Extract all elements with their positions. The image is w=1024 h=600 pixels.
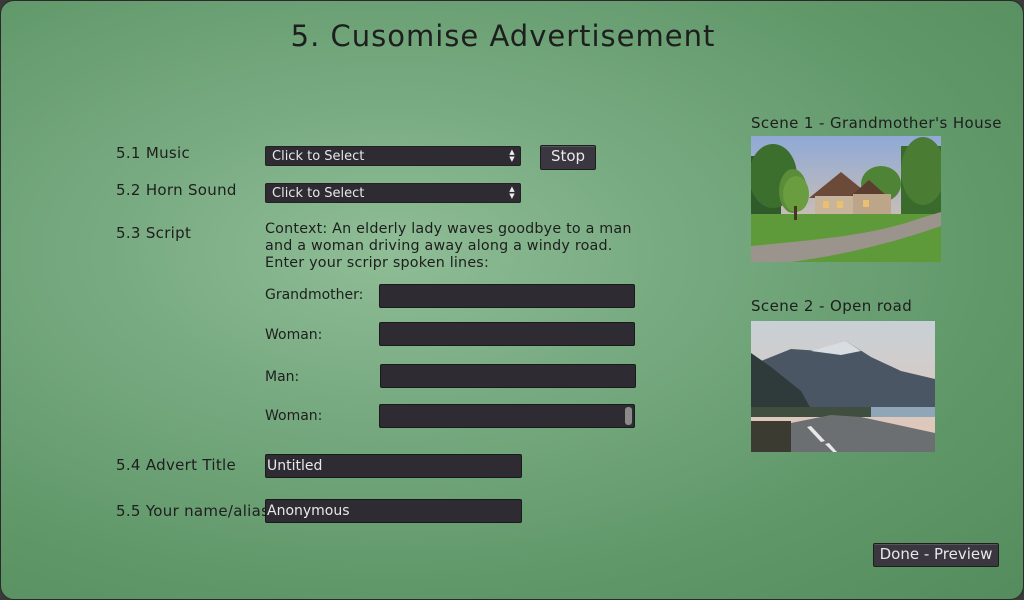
scrollbar-thumb[interactable]: [625, 407, 632, 425]
man-line-input[interactable]: [380, 364, 636, 388]
name-alias-input[interactable]: [265, 499, 522, 523]
stop-button[interactable]: Stop: [540, 145, 596, 170]
line-speaker-2: Woman:: [265, 327, 323, 343]
select-arrows-icon: ▲ ▼: [509, 148, 515, 163]
music-label: 5.1 Music: [116, 144, 191, 162]
select-arrows-icon: ▲ ▼: [509, 185, 515, 200]
advert-title-input[interactable]: [265, 454, 522, 478]
line-speaker-4: Woman:: [265, 408, 323, 424]
music-select[interactable]: Click to Select ▲ ▼: [265, 146, 521, 166]
script-label: 5.3 Script: [116, 224, 192, 242]
horn-label: 5.2 Horn Sound: [116, 181, 237, 199]
app-window: 5. Cusomise Advertisement 5.1 Music Clic…: [0, 0, 1024, 600]
grandmother-line-input[interactable]: [379, 284, 635, 308]
scene-2-image: [751, 321, 935, 452]
music-select-value: Click to Select: [272, 149, 365, 164]
scene-1-image: [751, 136, 941, 262]
scene-1-label: Scene 1 - Grandmother's House: [751, 114, 1002, 132]
page-title: 5. Cusomise Advertisement: [290, 19, 716, 53]
name-alias-label: 5.5 Your name/alias: [116, 502, 270, 520]
advert-title-label: 5.4 Advert Title: [116, 456, 237, 474]
script-context: Context: An elderly lady waves goodbye t…: [265, 221, 632, 271]
done-preview-button[interactable]: Done - Preview: [873, 543, 999, 567]
horn-select[interactable]: Click to Select ▲ ▼: [265, 183, 521, 203]
line-speaker-1: Grandmother:: [265, 287, 364, 303]
line-speaker-3: Man:: [265, 369, 300, 385]
scene-2-label: Scene 2 - Open road: [751, 297, 913, 315]
woman-line-input[interactable]: [379, 322, 635, 346]
woman-line-2-input[interactable]: [379, 404, 635, 428]
horn-select-value: Click to Select: [272, 186, 365, 201]
